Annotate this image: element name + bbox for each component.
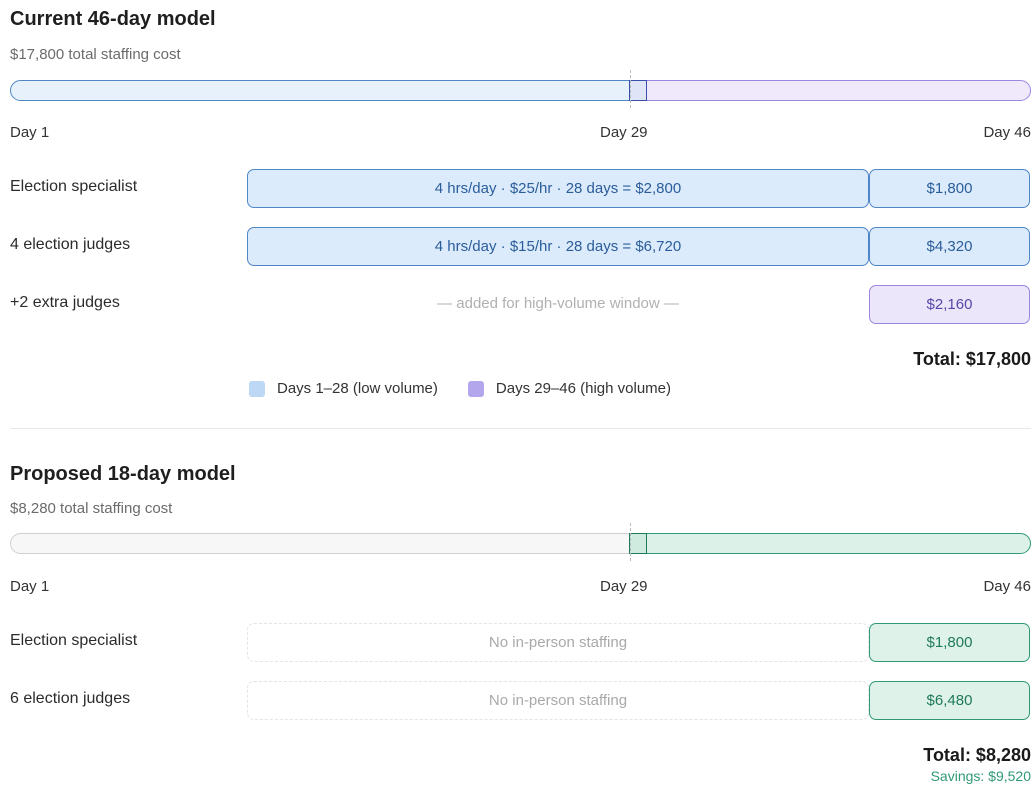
current-model-title: Current 46-day model — [10, 8, 216, 30]
proposed-row-label-specialist: Election specialist — [10, 632, 138, 649]
proposed-day-end-label: Day 46 — [983, 578, 1031, 595]
segment-text: No in-person staffing — [488, 692, 628, 709]
segment-text: 4 hrs/day · $15/hr · 28 days = $6,720 — [434, 238, 682, 255]
current-judges-high-cost: $4,320 — [869, 227, 1030, 266]
current-total: Total: $17,800 — [913, 349, 1031, 369]
current-row-label-extra-judges: +2 extra judges — [10, 294, 120, 311]
current-row-label-judges: 4 election judges — [10, 236, 131, 253]
current-specialist-low-cost: 4 hrs/day · $25/hr · 28 days = $2,800 — [247, 169, 869, 208]
current-extra-judges-high-cost: $2,160 — [869, 285, 1030, 324]
current-timeline-bar — [10, 80, 1031, 101]
segment-text: $2,160 — [926, 296, 973, 313]
proposed-specialist-high-cost: $1,800 — [869, 623, 1030, 662]
proposed-savings: Savings: $9,520 — [930, 768, 1031, 784]
proposed-row-label-judges: 6 election judges — [10, 690, 131, 707]
legend-item-high-volume: Days 29–46 (high volume) — [467, 380, 671, 397]
current-timeline-low-segment — [10, 80, 631, 101]
segment-text: $4,320 — [926, 238, 973, 255]
proposed-judges-high-cost: $6,480 — [869, 681, 1030, 720]
legend-swatch-high — [467, 380, 484, 397]
current-day-start-label: Day 1 — [10, 124, 50, 141]
current-timeline-marker — [629, 80, 647, 101]
proposed-specialist-low-empty: No in-person staffing — [247, 623, 869, 662]
current-day-mid-label: Day 29 — [600, 124, 648, 141]
current-day29-divider — [630, 70, 631, 108]
current-specialist-high-cost: $1,800 — [869, 169, 1030, 208]
proposed-judges-low-empty: No in-person staffing — [247, 681, 869, 720]
current-row-label-specialist: Election specialist — [10, 178, 138, 195]
legend-item-low-volume: Days 1–28 (low volume) — [249, 380, 438, 397]
proposed-timeline-marker — [629, 533, 647, 554]
proposed-timeline-inactive-segment — [10, 533, 631, 554]
proposed-day-mid-label: Day 29 — [600, 578, 648, 595]
proposed-timeline-bar — [10, 533, 1031, 554]
current-model-subtitle: $17,800 total staffing cost — [10, 46, 181, 63]
current-day-end-label: Day 46 — [983, 124, 1031, 141]
proposed-total: Total: $8,280 — [923, 745, 1031, 765]
legend-label: Days 1–28 (low volume) — [277, 380, 438, 397]
segment-text: 4 hrs/day · $25/hr · 28 days = $2,800 — [434, 180, 682, 197]
section-divider — [10, 428, 1031, 429]
current-extra-judges-note: — added for high-volume window — — [437, 295, 679, 312]
current-judges-low-cost: 4 hrs/day · $15/hr · 28 days = $6,720 — [247, 227, 869, 266]
legend-swatch-low — [249, 380, 265, 397]
segment-text: $6,480 — [926, 692, 973, 709]
proposed-model-subtitle: $8,280 total staffing cost — [10, 500, 173, 517]
proposed-model-title: Proposed 18-day model — [10, 463, 236, 485]
proposed-day29-divider — [630, 523, 631, 561]
legend-label: Days 29–46 (high volume) — [495, 380, 671, 397]
segment-text: $1,800 — [926, 634, 973, 651]
legend: Days 1–28 (low volume) Days 29–46 (high … — [249, 380, 671, 397]
current-timeline-high-segment — [631, 80, 1031, 101]
segment-text: $1,800 — [926, 180, 973, 197]
proposed-timeline-active-segment — [631, 533, 1031, 554]
segment-text: No in-person staffing — [488, 634, 628, 651]
proposed-day-start-label: Day 1 — [10, 578, 50, 595]
